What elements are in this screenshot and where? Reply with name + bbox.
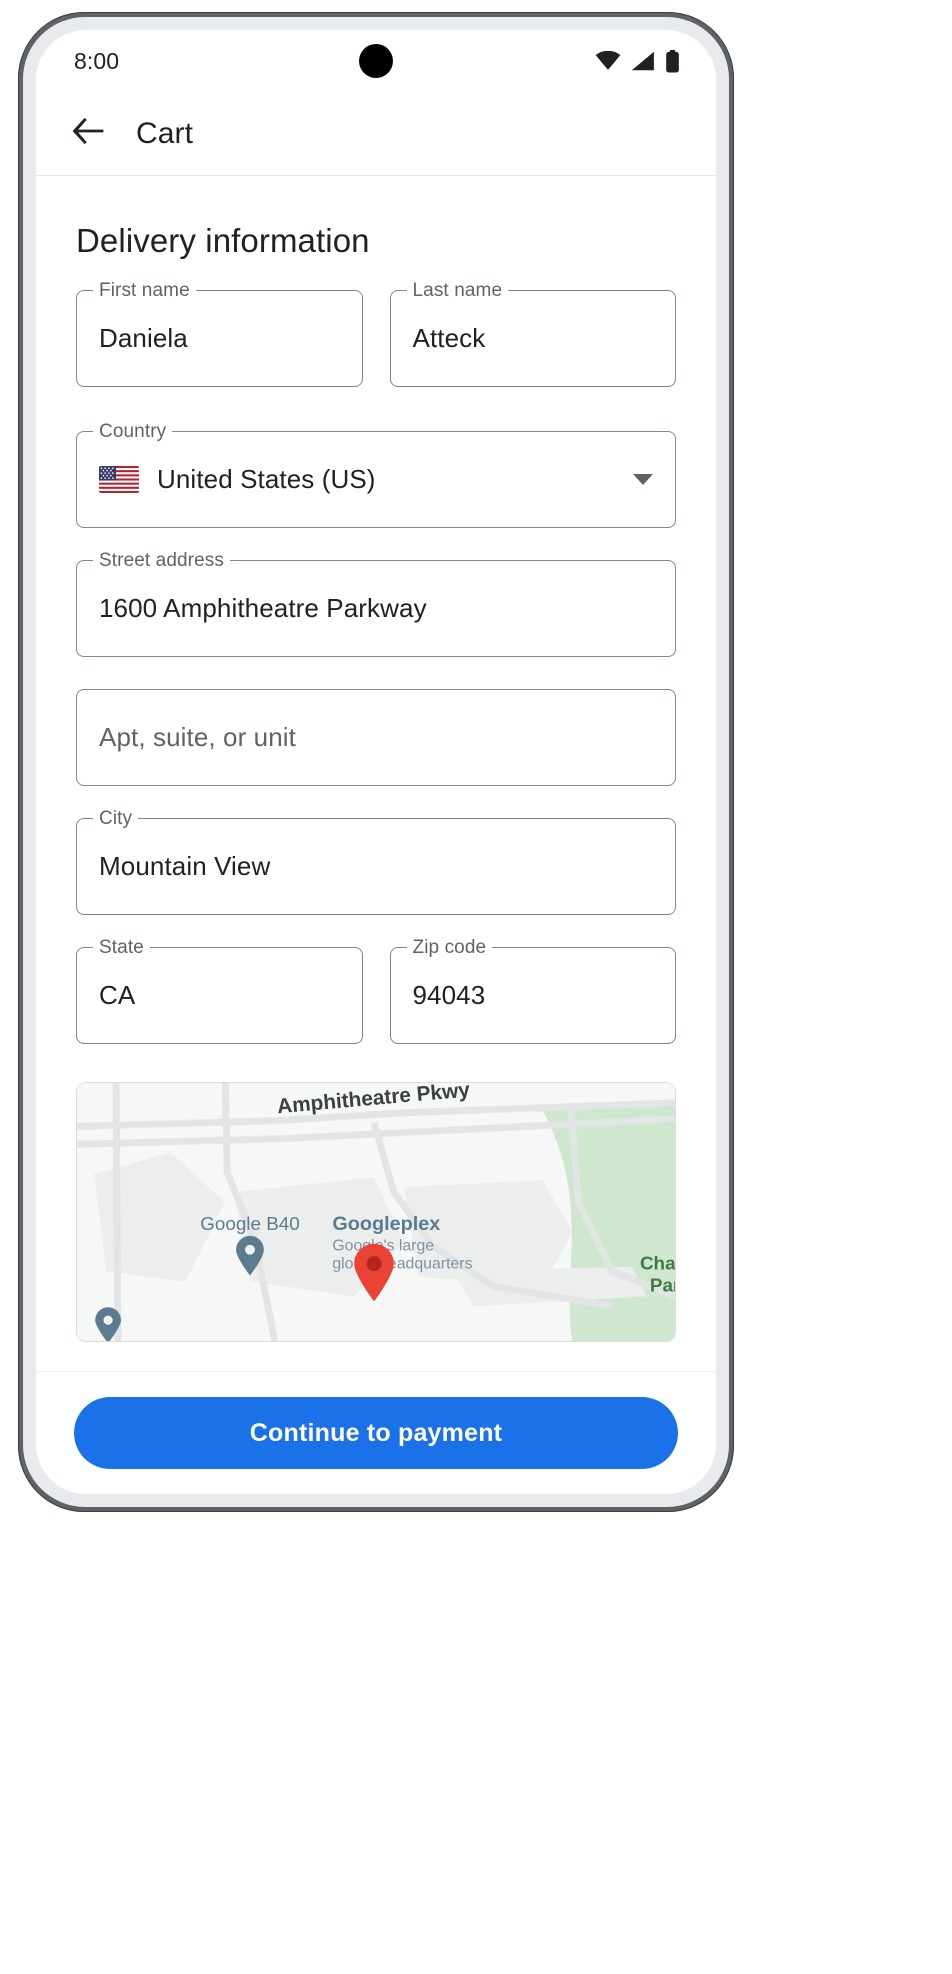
section-title: Delivery information [76, 222, 370, 259]
cell-signal-icon [631, 51, 655, 71]
continue-to-payment-button[interactable]: Continue to payment [74, 1397, 678, 1469]
battery-icon [665, 49, 680, 73]
last-name-field[interactable]: Last name Atteck [389, 280, 676, 387]
street-address-value: 1600 Amphitheatre Parkway [99, 593, 427, 623]
delivery-form: Delivery information First name Daniela … [36, 176, 716, 1371]
first-name-label: First name [93, 280, 196, 302]
address-map[interactable]: Amphitheatre Pkwy Google B40 Googleplex … [76, 1082, 676, 1342]
apt-suite-unit-field[interactable]: Apt, suite, or unit [76, 689, 676, 786]
apt-suite-unit-placeholder: Apt, suite, or unit [99, 722, 297, 752]
street-address-field[interactable]: Street address 1600 Amphitheatre Parkway [76, 550, 676, 657]
last-name-value: Atteck [412, 323, 486, 353]
map-canvas: Amphitheatre Pkwy Google B40 Googleplex … [77, 1083, 675, 1341]
state-zip-row: State CA Zip code 94043 [76, 937, 676, 1076]
map-poi-googleplex-label: Googleplex [332, 1213, 440, 1235]
phone-bezel: 8:00 Cart Delivery information First nam… [23, 17, 729, 1507]
screenshot-root: 8:00 Cart Delivery information First nam… [0, 0, 952, 1974]
us-flag-icon [99, 466, 139, 493]
bottom-action-bar: Continue to payment [36, 1371, 716, 1494]
first-name-value: Daniela [99, 323, 188, 353]
map-park-label-2: Par [650, 1274, 675, 1295]
street-address-label: Street address [93, 550, 230, 572]
phone-frame: 8:00 Cart Delivery information First nam… [18, 12, 734, 1512]
first-name-field[interactable]: First name Daniela [76, 280, 363, 387]
status-bar-time: 8:00 [74, 47, 120, 74]
map-poi-b40-label: Google B40 [200, 1213, 300, 1234]
wifi-icon [595, 51, 621, 71]
zip-code-label: Zip code [406, 937, 493, 959]
map-park-label: Charle [640, 1253, 675, 1274]
arrow-back-icon [71, 117, 105, 150]
city-field[interactable]: City Mountain View [76, 808, 676, 915]
camera-punch-hole [359, 44, 393, 78]
back-button[interactable] [66, 112, 110, 156]
city-label: City [93, 808, 139, 830]
state-label: State [93, 937, 150, 959]
chevron-down-icon[interactable] [633, 474, 653, 485]
app-bar: Cart [36, 92, 716, 176]
zip-code-value: 94043 [412, 980, 486, 1010]
last-name-label: Last name [406, 280, 509, 302]
map-poi-googleplex-sub2: global headquarters [332, 1256, 472, 1273]
state-field[interactable]: State CA [76, 937, 363, 1044]
status-bar-icons [595, 49, 680, 73]
country-value: United States (US) [157, 464, 376, 494]
zip-code-field[interactable]: Zip code 94043 [389, 937, 676, 1044]
page-title: Cart [136, 116, 194, 150]
city-value: Mountain View [99, 851, 271, 881]
country-select[interactable]: Country United States (US) [76, 421, 676, 528]
phone-screen: 8:00 Cart Delivery information First nam… [36, 30, 716, 1494]
state-value: CA [99, 980, 136, 1010]
country-label: Country [93, 421, 173, 443]
name-row: First name Daniela Last name Atteck [76, 280, 676, 419]
status-bar: 8:00 [36, 30, 716, 92]
